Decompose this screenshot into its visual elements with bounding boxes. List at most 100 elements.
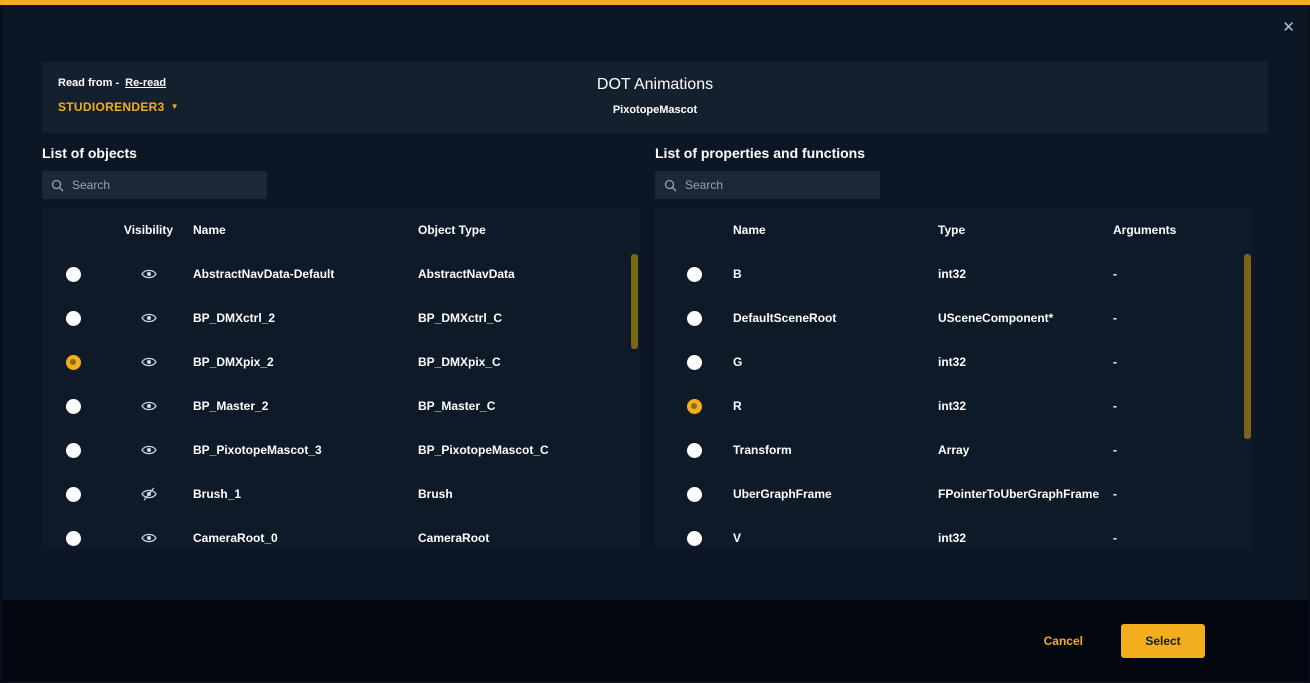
radio-button[interactable]: [66, 311, 81, 326]
property-row[interactable]: Gint32-: [655, 340, 1253, 384]
property-row[interactable]: UberGraphFrameFPointerToUberGraphFrame-: [655, 472, 1253, 516]
radio-button[interactable]: [66, 267, 81, 282]
object-name: BP_Master_2: [193, 399, 418, 413]
property-name: B: [733, 267, 938, 281]
property-type: FPointerToUberGraphFrame: [938, 487, 1113, 501]
property-arguments: -: [1113, 267, 1253, 281]
properties-panel-heading: List of properties and functions: [655, 145, 1253, 161]
property-arguments: -: [1113, 311, 1253, 325]
object-name: AbstractNavData-Default: [193, 267, 418, 281]
properties-scrollbar: [1244, 254, 1251, 546]
column-header-name: Name: [193, 223, 418, 237]
object-name: BP_PixotopeMascot_3: [193, 443, 418, 457]
object-name: BP_DMXctrl_2: [193, 311, 418, 325]
object-name: CameraRoot_0: [193, 531, 418, 545]
object-row[interactable]: BP_Master_2BP_Master_C: [42, 384, 640, 428]
object-row[interactable]: CameraRoot_0CameraRoot: [42, 516, 640, 548]
eye-icon[interactable]: [141, 312, 157, 324]
radio-button[interactable]: [66, 487, 81, 502]
radio-button[interactable]: [687, 531, 702, 546]
eye-icon[interactable]: [141, 400, 157, 412]
properties-table-body: Bint32-DefaultSceneRootUSceneComponent*-…: [655, 252, 1253, 548]
column-header-name: Name: [733, 223, 938, 237]
property-arguments: -: [1113, 355, 1253, 369]
object-row[interactable]: Brush_1Brush: [42, 472, 640, 516]
object-name: Brush_1: [193, 487, 418, 501]
top-accent-bar: [0, 0, 1310, 5]
properties-table-header: Name Type Arguments: [655, 207, 1253, 252]
object-type: BP_Master_C: [418, 399, 640, 413]
property-row[interactable]: Rint32-: [655, 384, 1253, 428]
property-name: G: [733, 355, 938, 369]
cancel-button[interactable]: Cancel: [1044, 634, 1083, 648]
dialog-title: DOT Animations: [42, 76, 1268, 94]
object-row[interactable]: BP_DMXpix_2BP_DMXpix_C: [42, 340, 640, 384]
object-row[interactable]: AbstractNavData-DefaultAbstractNavData: [42, 252, 640, 296]
object-name: BP_DMXpix_2: [193, 355, 418, 369]
scrollbar-thumb[interactable]: [1244, 254, 1251, 439]
radio-button[interactable]: [66, 399, 81, 414]
column-header-visibility: Visibility: [104, 223, 193, 237]
property-name: Transform: [733, 443, 938, 457]
property-arguments: -: [1113, 399, 1253, 413]
footer-bar: Cancel Select: [2, 600, 1308, 681]
property-type: USceneComponent*: [938, 311, 1113, 325]
objects-table-header: Visibility Name Object Type: [42, 207, 640, 252]
radio-button[interactable]: [687, 399, 702, 414]
radio-button[interactable]: [687, 487, 702, 502]
properties-search: [655, 171, 880, 199]
property-type: int32: [938, 267, 1113, 281]
object-type: BP_DMXctrl_C: [418, 311, 640, 325]
chevron-down-icon: ▼: [171, 103, 179, 111]
radio-button[interactable]: [687, 443, 702, 458]
column-header-object-type: Object Type: [418, 223, 640, 237]
radio-button[interactable]: [687, 267, 702, 282]
object-type: AbstractNavData: [418, 267, 640, 281]
object-type: Brush: [418, 487, 640, 501]
property-name: UberGraphFrame: [733, 487, 938, 501]
property-arguments: -: [1113, 487, 1253, 501]
close-icon[interactable]: ✕: [1282, 20, 1295, 35]
objects-table-body: AbstractNavData-DefaultAbstractNavDataBP…: [42, 252, 640, 548]
property-row[interactable]: Bint32-: [655, 252, 1253, 296]
objects-search-input[interactable]: [72, 178, 258, 192]
source-dropdown-label: STUDIORENDER3: [58, 100, 165, 114]
property-arguments: -: [1113, 443, 1253, 457]
scrollbar-thumb[interactable]: [631, 254, 638, 349]
eye-icon[interactable]: [141, 444, 157, 456]
eye-off-icon[interactable]: [141, 487, 157, 501]
objects-search: [42, 171, 267, 199]
property-row[interactable]: Vint32-: [655, 516, 1253, 548]
property-row[interactable]: TransformArray-: [655, 428, 1253, 472]
objects-panel: List of objects Visibility Name Object T…: [42, 145, 640, 548]
search-icon: [51, 179, 64, 192]
read-from-label: Read from -: [58, 77, 119, 89]
dialog-subtitle: PixotopeMascot: [42, 104, 1268, 116]
properties-panel: List of properties and functions Name Ty…: [655, 145, 1253, 548]
column-header-type: Type: [938, 223, 1113, 237]
object-row[interactable]: BP_PixotopeMascot_3BP_PixotopeMascot_C: [42, 428, 640, 472]
properties-search-input[interactable]: [685, 178, 871, 192]
property-type: Array: [938, 443, 1113, 457]
property-type: int32: [938, 399, 1113, 413]
radio-button[interactable]: [66, 531, 81, 546]
source-dropdown[interactable]: STUDIORENDER3 ▼: [58, 100, 179, 114]
search-icon: [664, 179, 677, 192]
column-header-arguments: Arguments: [1113, 223, 1253, 237]
property-name: R: [733, 399, 938, 413]
objects-scrollbar: [631, 254, 638, 546]
object-row[interactable]: BP_DMXctrl_2BP_DMXctrl_C: [42, 296, 640, 340]
objects-panel-heading: List of objects: [42, 145, 640, 161]
eye-icon[interactable]: [141, 356, 157, 368]
eye-icon[interactable]: [141, 268, 157, 280]
radio-button[interactable]: [687, 355, 702, 370]
eye-icon[interactable]: [141, 532, 157, 544]
select-button[interactable]: Select: [1121, 624, 1205, 658]
object-type: BP_DMXpix_C: [418, 355, 640, 369]
radio-button[interactable]: [687, 311, 702, 326]
object-type: BP_PixotopeMascot_C: [418, 443, 640, 457]
reread-link[interactable]: Re-read: [125, 77, 166, 89]
property-row[interactable]: DefaultSceneRootUSceneComponent*-: [655, 296, 1253, 340]
radio-button[interactable]: [66, 443, 81, 458]
radio-button[interactable]: [66, 355, 81, 370]
